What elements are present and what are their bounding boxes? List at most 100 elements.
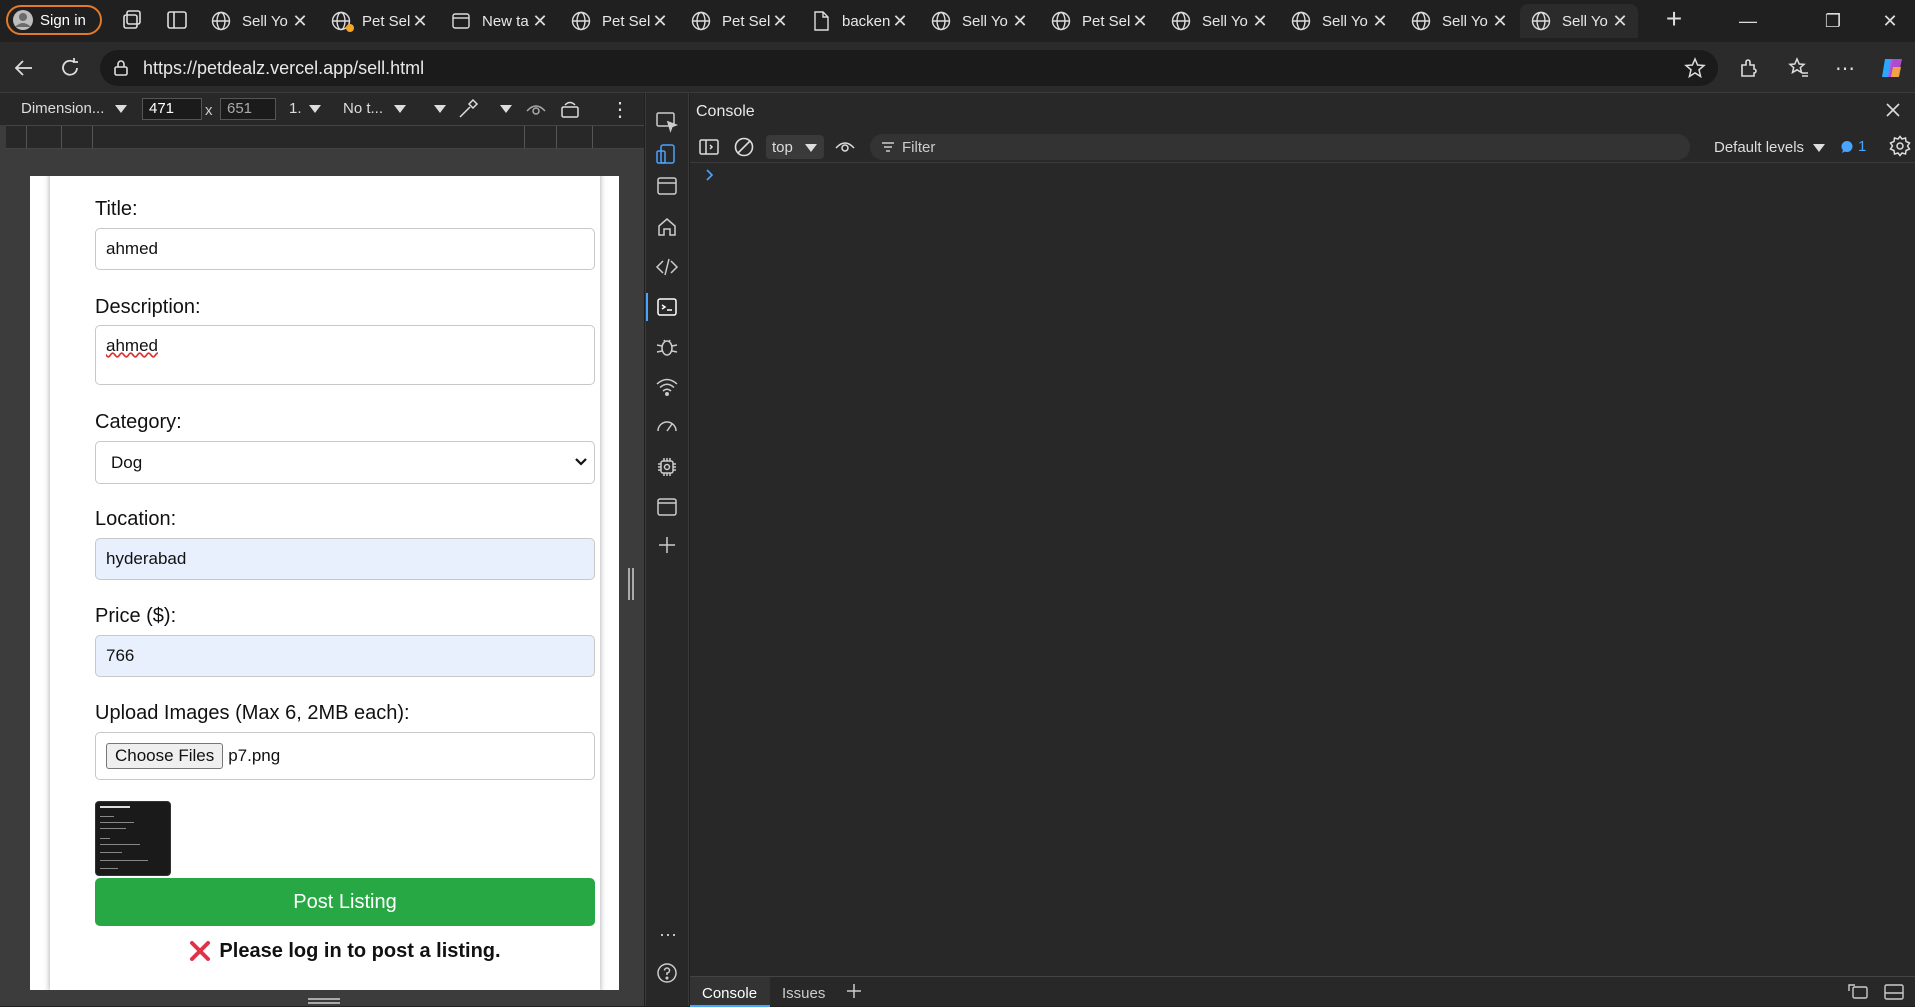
browser-tab[interactable]: Sell Yo ✕: [1160, 4, 1278, 38]
memory-chip-icon[interactable]: [655, 455, 681, 481]
url-field[interactable]: https://petdealz.vercel.app/sell.html: [100, 50, 1718, 86]
title-label: Title:: [95, 198, 138, 220]
live-expression-eye-icon[interactable]: [834, 136, 856, 158]
back-button[interactable]: [6, 50, 42, 86]
width-input[interactable]: 471: [142, 98, 202, 120]
rotate-icon[interactable]: [559, 99, 581, 121]
choose-files-button[interactable]: Choose Files: [106, 743, 224, 769]
device-emulation-icon[interactable]: [655, 142, 681, 168]
description-textarea[interactable]: ahmed: [95, 325, 595, 385]
refresh-button[interactable]: [52, 50, 88, 86]
resize-handle-bottom[interactable]: [308, 998, 340, 1004]
browser-tab[interactable]: Pet Sel ✕: [560, 4, 678, 38]
collapse-drawer-icon[interactable]: [1883, 983, 1905, 1001]
more-tools-icon[interactable]: ⋯: [655, 925, 681, 951]
close-tab-icon[interactable]: ✕: [1130, 11, 1150, 31]
vertical-tabs-icon[interactable]: [165, 8, 189, 32]
bug-icon[interactable]: [655, 335, 681, 361]
help-icon[interactable]: [655, 961, 681, 987]
close-tab-icon[interactable]: ✕: [290, 11, 310, 31]
browser-tab[interactable]: Pet Sel ✕: [1040, 4, 1158, 38]
cross-mark-icon: [189, 940, 211, 962]
close-tab-icon[interactable]: ✕: [1490, 11, 1510, 31]
network-wifi-icon[interactable]: [655, 375, 681, 401]
context-selector[interactable]: top: [766, 135, 824, 159]
browser-tab[interactable]: Sell Yo ✕: [1400, 4, 1518, 38]
copilot-icon[interactable]: [1874, 50, 1910, 86]
extensions-icon[interactable]: [1731, 50, 1767, 86]
inspect-element-icon[interactable]: [655, 110, 681, 136]
resize-handle-right[interactable]: [628, 568, 634, 600]
restore-button[interactable]: ❐: [1803, 0, 1863, 42]
close-tab-icon[interactable]: ✕: [1250, 11, 1270, 31]
log-levels-dropdown[interactable]: Default levels: [1714, 139, 1804, 156]
add-tool-icon[interactable]: [655, 533, 681, 559]
close-tab-icon[interactable]: ✕: [650, 11, 670, 31]
title-input[interactable]: ahmed: [95, 228, 595, 270]
drawer-tab-issues[interactable]: Issues: [776, 977, 842, 1007]
post-listing-button[interactable]: Post Listing: [95, 878, 595, 926]
browser-tab[interactable]: Sell Yo ✕: [200, 4, 318, 38]
more-options-icon[interactable]: ⋯: [1827, 50, 1863, 86]
browser-tab[interactable]: New ta ✕: [440, 4, 558, 38]
performance-icon[interactable]: [655, 415, 681, 441]
favorite-star-icon[interactable]: [1684, 57, 1706, 79]
close-tab-icon[interactable]: ✕: [530, 11, 550, 31]
filter-icon: [880, 139, 896, 155]
close-devtools-icon[interactable]: [1883, 100, 1903, 120]
browser-tab[interactable]: Pet Sel ✕: [680, 4, 798, 38]
browser-tab-label: Sell Yo: [1562, 12, 1608, 30]
close-window-button[interactable]: ✕: [1860, 0, 1915, 42]
welcome-panel-icon[interactable]: [655, 174, 681, 200]
clear-console-icon[interactable]: [733, 136, 755, 158]
chevron-down-icon[interactable]: [499, 104, 513, 114]
browser-tab[interactable]: Sell Yo ✕: [1520, 4, 1638, 38]
chevron-down-icon[interactable]: [308, 104, 322, 114]
dimensions-dropdown[interactable]: Dimension...: [21, 100, 104, 117]
url-text[interactable]: https://petdealz.vercel.app/sell.html: [143, 58, 424, 79]
console-settings-gear-icon[interactable]: [1889, 135, 1911, 157]
close-tab-icon[interactable]: ✕: [410, 11, 430, 31]
chevron-down-icon[interactable]: [1812, 143, 1826, 153]
zoom-dropdown[interactable]: 1.: [289, 100, 302, 117]
sidebar-toggle-icon[interactable]: [698, 136, 720, 158]
more-vertical-icon[interactable]: ⋮: [610, 97, 630, 122]
browser-tab[interactable]: Sell Yo ✕: [920, 4, 1038, 38]
issues-badge[interactable]: 1: [1840, 138, 1866, 155]
close-tab-icon[interactable]: ✕: [1370, 11, 1390, 31]
elements-icon[interactable]: [655, 255, 681, 281]
tab-strip: Sign in Sell Yo ✕ Pet Sel ✕ New ta ✕ Pet Sel ✕ P…: [0, 0, 1915, 42]
close-tab-icon[interactable]: ✕: [1610, 11, 1630, 31]
close-tab-icon[interactable]: ✕: [770, 11, 790, 31]
eyedropper-icon[interactable]: [457, 98, 479, 120]
browser-tab[interactable]: backen ✕: [800, 4, 918, 38]
close-tab-icon[interactable]: ✕: [1010, 11, 1030, 31]
minimize-button[interactable]: —: [1718, 0, 1778, 42]
favorites-icon[interactable]: [1781, 50, 1817, 86]
new-tab-button[interactable]: +: [1660, 5, 1688, 34]
drawer-tab-console[interactable]: Console: [690, 977, 770, 1007]
application-icon[interactable]: [655, 495, 681, 521]
lock-icon[interactable]: [112, 59, 130, 77]
sign-in-button[interactable]: Sign in: [6, 5, 102, 35]
vision-deficiency-icon[interactable]: [525, 99, 547, 121]
file-input[interactable]: Choose Files p7.png: [95, 732, 595, 780]
category-select[interactable]: Dog: [95, 441, 595, 484]
console-filter-input[interactable]: Filter: [870, 134, 1690, 160]
browser-tab[interactable]: Sell Yo ✕: [1280, 4, 1398, 38]
undock-drawer-icon[interactable]: [1847, 983, 1869, 1001]
console-prompt-chevron-icon[interactable]: [704, 168, 716, 182]
add-drawer-tab-icon[interactable]: [844, 981, 864, 1001]
location-input[interactable]: hyderabad: [95, 538, 595, 580]
chevron-down-icon[interactable]: [114, 104, 128, 114]
console-icon[interactable]: [655, 295, 681, 321]
chevron-down-icon[interactable]: [433, 104, 447, 114]
home-icon[interactable]: [655, 215, 681, 241]
workspaces-icon[interactable]: [120, 8, 144, 32]
chevron-down-icon[interactable]: [393, 104, 407, 114]
price-input[interactable]: 766: [95, 635, 595, 677]
height-input[interactable]: 651: [220, 98, 276, 120]
close-tab-icon[interactable]: ✕: [890, 11, 910, 31]
throttle-dropdown[interactable]: No t...: [343, 100, 383, 117]
browser-tab[interactable]: Pet Sel ✕: [320, 4, 438, 38]
